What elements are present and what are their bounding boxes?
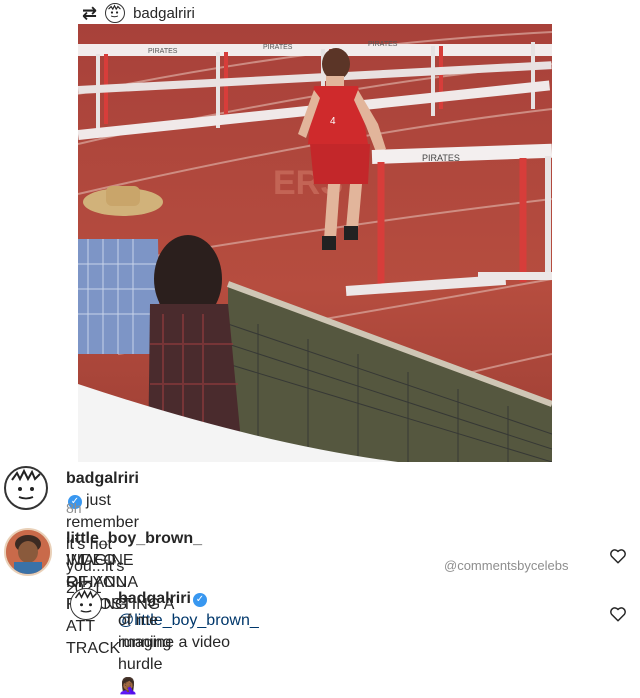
profile-photo-icon [6, 530, 50, 574]
watermark: @commentsbycelebs [444, 558, 569, 573]
repost-username[interactable]: badgalriri [133, 5, 195, 22]
heart-icon[interactable] [609, 547, 627, 565]
repost-avatar[interactable] [105, 3, 126, 23]
caption-timestamp[interactable]: 8h [66, 500, 82, 516]
reply-text-line-2: of me running hurdle 🤦🏾‍♀️ [118, 612, 172, 695]
facepalm-emoji: 🤦🏾‍♀️ [118, 678, 138, 695]
svg-text:PIRATES: PIRATES [368, 41, 398, 48]
svg-text:PIRATES: PIRATES [263, 44, 293, 51]
verified-badge-icon: ✓ [192, 593, 207, 607]
reply-avatar[interactable] [70, 588, 102, 620]
caption-username[interactable]: badgalriri [66, 470, 139, 487]
track-hurdle-image: ERS PIRATES PIRATES PIRATES 4 PIRATES [78, 24, 552, 462]
svg-text:4: 4 [330, 116, 336, 127]
sketch-face-icon [74, 589, 98, 613]
repost-icon: ⇄ [82, 2, 98, 24]
comment-username[interactable]: little_boy_brown_ [66, 530, 202, 547]
repost-header: ⇄ badgalriri [82, 2, 195, 24]
heart-icon[interactable] [609, 605, 627, 623]
svg-text:PIRATES: PIRATES [148, 48, 178, 55]
reply-username[interactable]: badgalriri [118, 590, 191, 607]
sketch-face-icon [11, 468, 41, 500]
sketch-face-icon [108, 4, 121, 18]
svg-text:PIRATES: PIRATES [422, 153, 460, 163]
commenter-avatar[interactable] [4, 528, 52, 576]
caption-avatar[interactable] [4, 466, 48, 510]
post-media[interactable]: ERS PIRATES PIRATES PIRATES 4 PIRATES [78, 24, 552, 462]
